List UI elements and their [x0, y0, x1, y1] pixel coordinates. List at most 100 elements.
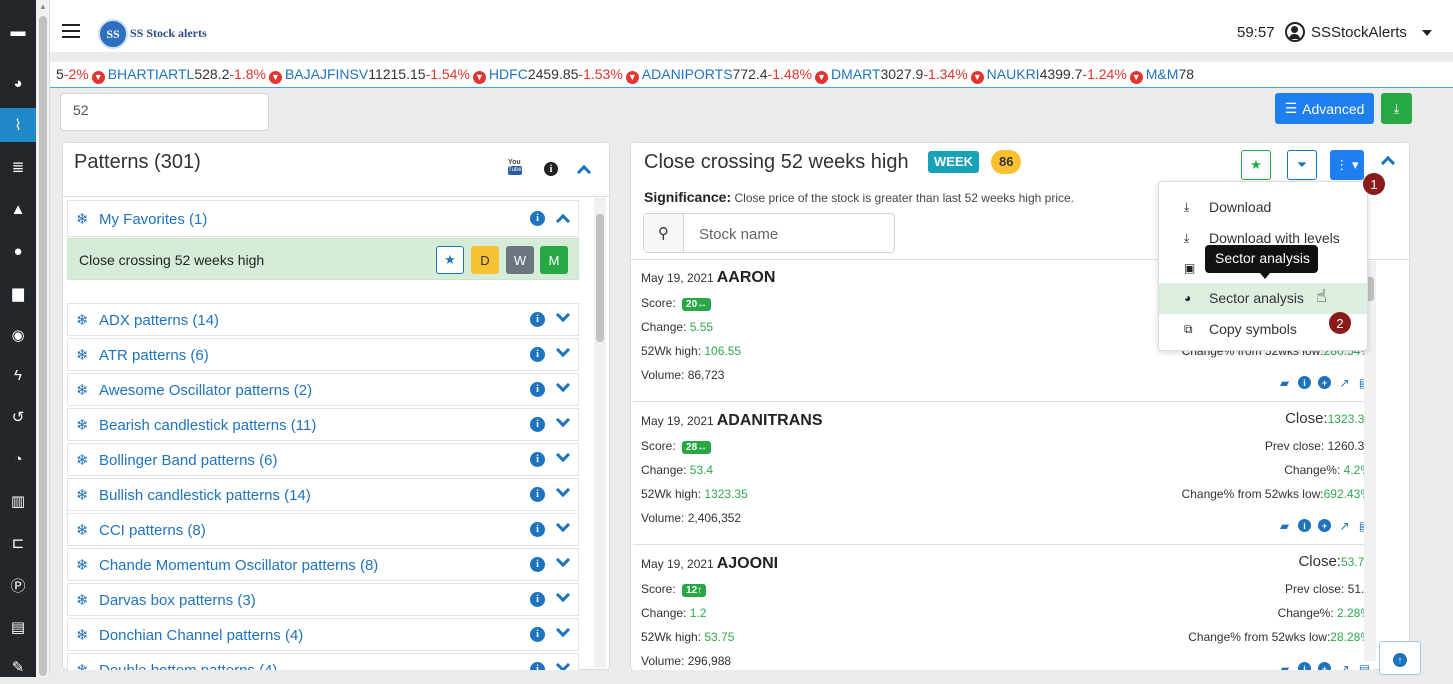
info-icon[interactable]: i [530, 417, 545, 432]
chevron-down-icon[interactable] [555, 587, 571, 603]
pattern-group[interactable]: ❄ Bullish candlestick patterns (14) i [67, 478, 579, 511]
ticker-symbol[interactable]: M&M [1146, 66, 1179, 82]
menu-item-sector-analysis[interactable]: ◕ Sector analysis [1159, 283, 1367, 314]
stock-search-placeholder[interactable]: Stock name [699, 226, 778, 243]
pattern-group[interactable]: ❄ Awesome Oscillator patterns (2) i [67, 373, 579, 406]
ticker-item[interactable]: 5-2% ▼ [56, 66, 108, 84]
info-icon[interactable]: ● [0, 234, 36, 268]
chevron-down-icon[interactable] [555, 377, 571, 393]
chart-icon[interactable]: ⌇ [0, 108, 36, 142]
info-icon[interactable]: i [530, 452, 545, 467]
book-icon[interactable]: ▰ [1278, 662, 1291, 671]
favorites-group[interactable]: ❄ My Favorites (1) i [67, 200, 579, 237]
stock-result-card[interactable]: May 19, 2021 ADANITRANS Score: 28↔ Change: … [633, 403, 1373, 545]
sidebar-scrollbar[interactable]: ▲ [36, 0, 50, 677]
chevron-down-icon[interactable] [555, 447, 571, 463]
folder-icon[interactable]: ▬ [0, 18, 36, 44]
more-options-button[interactable]: ⋮ ▾ [1330, 150, 1364, 180]
scroll-up-arrow[interactable]: ▲ [39, 2, 47, 11]
username-dropdown[interactable]: SSStockAlerts [1311, 24, 1407, 41]
ticker-symbol[interactable]: ADANIPORTS [642, 66, 733, 82]
external-link-icon[interactable]: ↗ [1338, 376, 1351, 390]
cart-icon[interactable]: ⊏ [0, 526, 36, 560]
scroll-to-top-button[interactable]: ↑ [1379, 641, 1421, 675]
star-icon[interactable]: ★ [436, 246, 464, 274]
pattern-group[interactable]: ❄ CCI patterns (8) i [67, 513, 579, 546]
favorite-button[interactable]: ★ [1241, 150, 1271, 180]
brand-name[interactable]: SS Stock alerts [130, 26, 207, 41]
stock-symbol[interactable]: ADANITRANS [717, 412, 823, 429]
sidebar-scroll-thumb[interactable] [39, 16, 47, 676]
info-icon[interactable]: i [530, 312, 545, 327]
ticker-item[interactable]: HDFC2459.85-1.53% ▼ [489, 66, 642, 84]
patterns-scrollbar[interactable] [594, 198, 606, 668]
ticker-symbol[interactable]: BAJAJFINSV [285, 66, 368, 82]
ticker-symbol[interactable]: NAUKRI [987, 66, 1040, 82]
ticker-item[interactable]: ADANIPORTS772.4-1.48% ▼ [642, 66, 831, 84]
info-icon[interactable]: i [544, 162, 558, 176]
ticker-item[interactable]: NAUKRI4399.7-1.24% ▼ [987, 66, 1146, 84]
daily-button[interactable]: D [471, 246, 499, 274]
caret-down-icon[interactable] [1422, 30, 1432, 36]
pattern-group[interactable]: ❄ Double bottom patterns (4) i [67, 653, 579, 670]
info-icon[interactable]: i [1298, 376, 1311, 389]
advanced-button[interactable]: ☰ Advanced [1275, 93, 1374, 124]
info-icon[interactable]: i [1298, 519, 1311, 532]
hamburger-menu-icon[interactable] [62, 24, 80, 38]
eye-icon[interactable]: ◉ [0, 318, 36, 352]
gauge-icon[interactable]: ◔ [0, 442, 36, 476]
stock-symbol[interactable]: AARON [717, 269, 776, 286]
collapse-chevron-icon[interactable] [576, 164, 592, 180]
briefcase-icon[interactable]: ▆ [0, 276, 36, 310]
filter-button[interactable]: ⏷ [1287, 150, 1317, 180]
collapse-chevron-icon[interactable] [1380, 155, 1396, 171]
pattern-group[interactable]: ❄ ADX patterns (14) i [67, 303, 579, 336]
menu-item-download[interactable]: ⤓ Download [1159, 192, 1367, 223]
bell-icon[interactable]: ▲ [0, 192, 36, 226]
chevron-up-icon[interactable] [555, 213, 571, 229]
plus-icon[interactable]: + [1318, 662, 1331, 670]
ticker-symbol[interactable]: BHARTIARTL [108, 66, 195, 82]
info-icon[interactable]: i [530, 211, 545, 226]
message-icon[interactable]: ▤ [0, 610, 36, 644]
plus-icon[interactable]: + [1318, 376, 1331, 389]
external-link-icon[interactable]: ↗ [1338, 662, 1351, 671]
pattern-group[interactable]: ❄ Bollinger Band patterns (6) i [67, 443, 579, 476]
pattern-group[interactable]: ❄ Bearish candlestick patterns (11) i [67, 408, 579, 441]
pattern-group[interactable]: ❄ Donchian Channel patterns (4) i [67, 618, 579, 651]
user-avatar-icon[interactable] [1285, 22, 1305, 42]
stock-search-field[interactable]: ⚲ Stock name [643, 213, 895, 253]
ticker-symbol[interactable]: HDFC [489, 66, 528, 82]
info-icon[interactable]: i [530, 592, 545, 607]
ticker-item[interactable]: BAJAJFINSV11215.15-1.54% ▼ [285, 66, 489, 84]
newspaper-icon[interactable]: ▤ [1358, 662, 1371, 671]
ticker-item[interactable]: BHARTIARTL528.2-1.8% ▼ [108, 66, 285, 84]
book-icon[interactable]: ▰ [1278, 376, 1291, 390]
info-icon[interactable]: i [530, 662, 545, 670]
weekly-button[interactable]: W [506, 246, 534, 274]
pattern-group[interactable]: ❄ Darvas box patterns (3) i [67, 583, 579, 616]
download-button[interactable]: ⤓ [1381, 93, 1412, 124]
history-icon[interactable]: ↺ [0, 400, 36, 434]
ticker-symbol[interactable]: DMART [831, 66, 881, 82]
info-icon[interactable]: i [530, 557, 545, 572]
chevron-down-icon[interactable] [555, 482, 571, 498]
brand-logo[interactable]: SS [98, 19, 128, 49]
pattern-group[interactable]: ❄ ATR patterns (6) i [67, 338, 579, 371]
chevron-down-icon[interactable] [555, 657, 571, 670]
chevron-down-icon[interactable] [555, 342, 571, 358]
info-icon[interactable]: i [530, 382, 545, 397]
chevron-down-icon[interactable] [555, 622, 571, 638]
bolt-icon[interactable]: ϟ [0, 358, 36, 392]
plus-icon[interactable]: + [1318, 519, 1331, 532]
info-icon[interactable]: i [530, 487, 545, 502]
favorite-pattern-item[interactable]: Close crossing 52 weeks high ★ D W M [67, 238, 579, 280]
pattern-group[interactable]: ❄ Chande Momentum Oscillator patterns (8)… [67, 548, 579, 581]
monthly-button[interactable]: M [540, 246, 568, 274]
p-circle-icon[interactable]: Ⓟ [0, 568, 36, 602]
wrench-icon[interactable]: ✎ [0, 650, 36, 684]
list-icon[interactable]: ≣ [0, 150, 36, 184]
stock-symbol[interactable]: AJOONI [717, 555, 778, 572]
ticker-item[interactable]: M&M78 [1146, 66, 1194, 82]
external-link-icon[interactable]: ↗ [1338, 519, 1351, 533]
